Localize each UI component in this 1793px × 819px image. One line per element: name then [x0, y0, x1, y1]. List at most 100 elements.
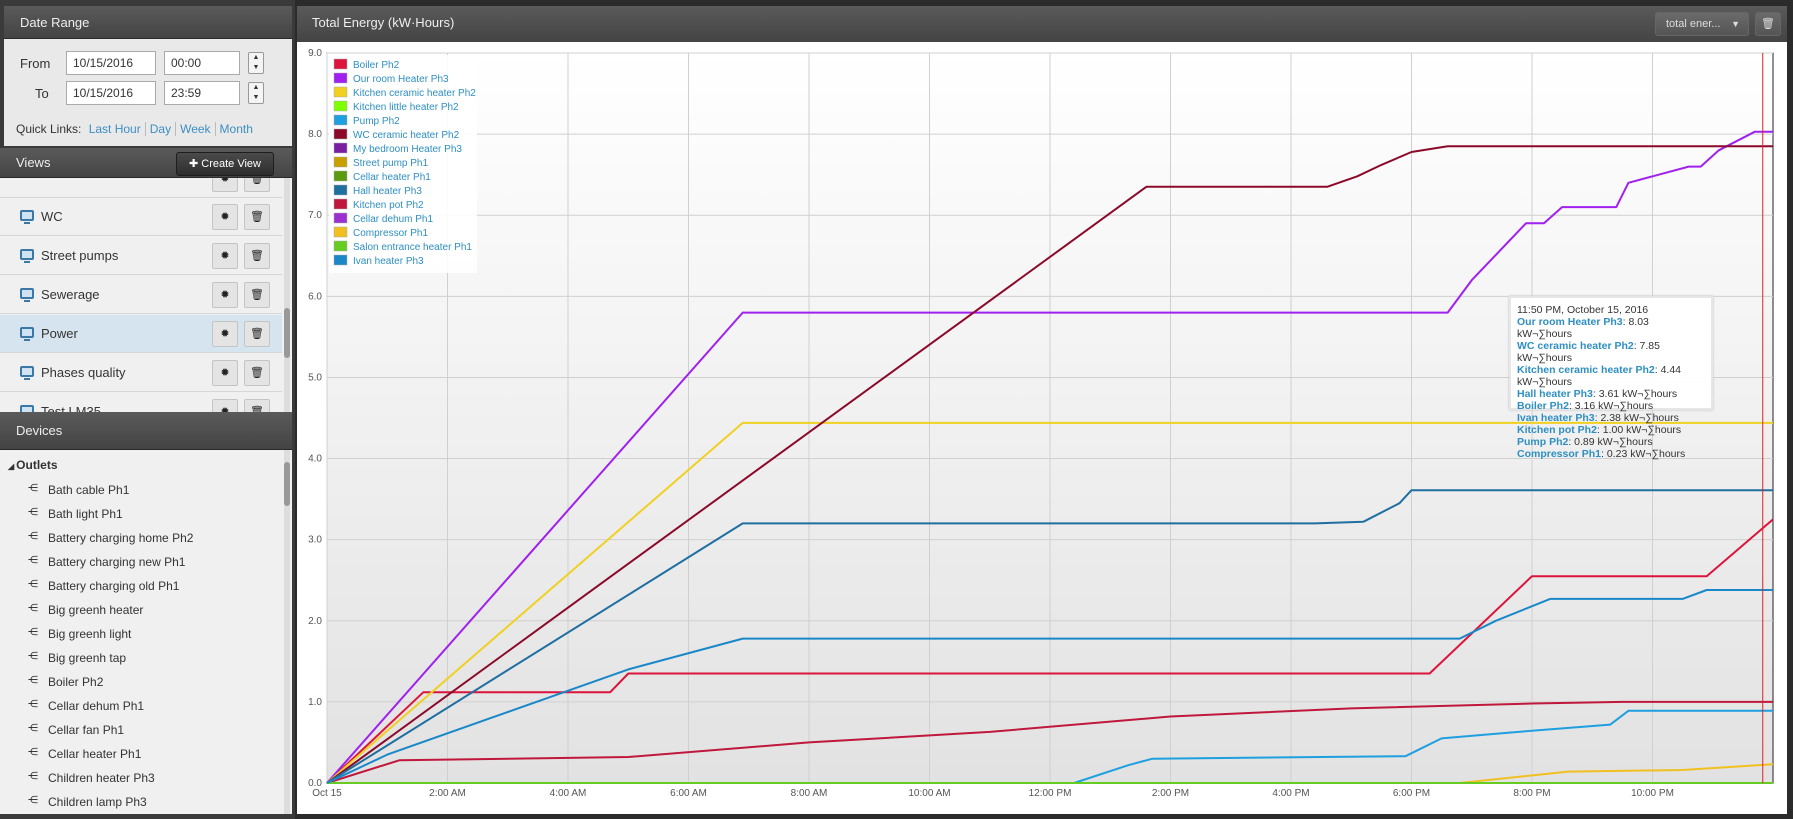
legend-label[interactable]: Cellar dehum Ph1: [353, 214, 433, 225]
trash-icon[interactable]: 🗑: [244, 282, 270, 308]
gear-icon[interactable]: ✹: [212, 399, 238, 412]
quick-link-last-hour[interactable]: Last Hour: [88, 122, 146, 136]
monitor-icon: [20, 249, 34, 263]
device-item[interactable]: ⋲ Cellar heater Ph1: [0, 742, 282, 766]
device-item[interactable]: ⋲ Big greenh heater: [0, 598, 282, 622]
gear-icon[interactable]: ✹: [212, 243, 238, 269]
legend-label[interactable]: Street pump Ph1: [353, 158, 428, 169]
legend-label[interactable]: Our room Heater Ph3: [353, 74, 449, 85]
tooltip-series-name: Compressor Ph1: [1517, 448, 1602, 460]
plug-icon: ⋲: [28, 531, 38, 542]
view-item-wc[interactable]: WC ✹ 🗑: [0, 198, 282, 236]
legend-label[interactable]: WC ceramic heater Ph2: [353, 130, 460, 141]
legend-label[interactable]: Kitchen pot Ph2: [353, 200, 424, 211]
legend-label[interactable]: Cellar heater Ph1: [353, 172, 431, 183]
plug-icon: ⋲: [28, 699, 38, 710]
legend-label[interactable]: Hall heater Ph3: [353, 186, 422, 197]
to-time-spinner[interactable]: ▲ ▼: [248, 82, 264, 104]
x-axis: Oct 15 2:00 AM 4:00 AM 6:00 AM 8:00 AM 10:00 …: [312, 788, 1674, 799]
device-group-outlets[interactable]: ◢ Outlets: [8, 458, 58, 472]
y-tick-label: 3.0: [308, 535, 322, 546]
view-item-partial[interactable]: ✹ 🗑: [0, 178, 282, 198]
device-label: Bath cable Ph1: [48, 483, 130, 497]
trash-icon[interactable]: 🗑: [244, 243, 270, 269]
plug-icon: ⋲: [28, 555, 38, 566]
devices-panel: Devices ◢ Outlets ⋲ Bath cable Ph1 ⋲ Bath l…: [0, 412, 292, 814]
create-view-label: Create View: [201, 158, 261, 170]
tooltip-series-name: Ivan heater Ph3: [1517, 412, 1595, 424]
gear-icon[interactable]: ✹: [212, 178, 238, 192]
from-time-spinner[interactable]: ▲ ▼: [248, 52, 264, 74]
quick-link-month[interactable]: Month: [220, 122, 257, 136]
quick-link-week[interactable]: Week: [180, 122, 216, 136]
device-item[interactable]: ⋲ Children lamp Ph3: [0, 790, 282, 814]
gear-icon[interactable]: ✹: [212, 321, 238, 347]
plug-icon: ⋲: [28, 747, 38, 758]
legend-label[interactable]: My bedroom Heater Ph3: [353, 144, 462, 155]
date-range-panel: Date Range From 10/15/2016 00:00 ▲ ▼ To 1…: [4, 6, 292, 146]
tooltip-row: Our room Heater Ph3: 8.03 kW¬∑hours: [1517, 316, 1705, 340]
device-item[interactable]: ⋲ Boiler Ph2: [0, 670, 282, 694]
device-item[interactable]: ⋲ Cellar fan Ph1: [0, 718, 282, 742]
devices-scrollbar-thumb[interactable]: [284, 462, 290, 506]
legend-label[interactable]: Kitchen ceramic heater Ph2: [353, 88, 476, 99]
views-title: Views ✚ Create View: [0, 148, 292, 178]
legend-swatch: [333, 184, 348, 196]
view-label: Sewerage: [41, 287, 100, 302]
views-scrollbar[interactable]: [284, 178, 290, 412]
quick-link-day[interactable]: Day: [149, 122, 177, 136]
legend-label[interactable]: Pump Ph2: [353, 116, 400, 127]
view-item-power[interactable]: Power ✹ 🗑: [0, 315, 282, 353]
legend-label[interactable]: Salon entrance heater Ph1: [353, 242, 472, 253]
device-item[interactable]: ⋲ Big greenh tap: [0, 646, 282, 670]
from-time-input[interactable]: 00:00: [164, 51, 240, 75]
device-item[interactable]: ⋲ Cellar dehum Ph1: [0, 694, 282, 718]
monitor-icon: [20, 366, 34, 380]
to-time-input[interactable]: 23:59: [164, 81, 240, 105]
trash-icon[interactable]: 🗑: [244, 178, 270, 192]
y-tick-label: 4.0: [308, 454, 322, 465]
legend-label[interactable]: Compressor Ph1: [353, 228, 428, 239]
device-item[interactable]: ⋲ Bath light Ph1: [0, 502, 282, 526]
device-item[interactable]: ⋲ Bath cable Ph1: [0, 478, 282, 502]
views-scrollbar-thumb[interactable]: [284, 308, 290, 358]
tooltip-series-name: Kitchen ceramic heater Ph2: [1517, 364, 1655, 376]
legend-label[interactable]: Kitchen little heater Ph2: [353, 102, 459, 113]
trash-icon[interactable]: 🗑: [244, 360, 270, 386]
device-item[interactable]: ⋲ Children heater Ph3: [0, 766, 282, 790]
monitor-icon: [20, 288, 34, 302]
chart-type-select[interactable]: total ener... ▼: [1655, 12, 1749, 36]
view-item-sewerage[interactable]: Sewerage ✹ 🗑: [0, 276, 282, 314]
delete-chart-button[interactable]: 🗑: [1755, 12, 1781, 36]
trash-icon[interactable]: 🗑: [244, 204, 270, 230]
y-tick-label: 6.0: [308, 291, 322, 302]
from-date-input[interactable]: 10/15/2016: [66, 51, 156, 75]
legend-label[interactable]: Boiler Ph2: [353, 60, 400, 71]
device-item[interactable]: ⋲ Big greenh light: [0, 622, 282, 646]
device-item[interactable]: ⋲ Battery charging home Ph2: [0, 526, 282, 550]
y-tick-label: 5.0: [308, 372, 322, 383]
view-item-street-pumps[interactable]: Street pumps ✹ 🗑: [0, 237, 282, 275]
gear-icon[interactable]: ✹: [212, 204, 238, 230]
device-item[interactable]: ⋲ Battery charging old Ph1: [0, 574, 282, 598]
views-title-text: Views: [16, 155, 51, 170]
plug-icon: ⋲: [28, 627, 38, 638]
x-tick-label: Oct 15: [312, 788, 342, 799]
gear-icon[interactable]: ✹: [212, 360, 238, 386]
gear-icon[interactable]: ✹: [212, 282, 238, 308]
device-label: Children heater Ph3: [48, 771, 155, 785]
devices-scrollbar[interactable]: [284, 450, 290, 814]
view-item-test-lm35[interactable]: Test LM35 ✹ 🗑: [0, 393, 282, 412]
monitor-icon: [20, 405, 34, 412]
create-view-button[interactable]: ✚ Create View: [176, 152, 274, 176]
to-date-input[interactable]: 10/15/2016: [66, 81, 156, 105]
trash-icon[interactable]: 🗑: [244, 399, 270, 412]
device-item[interactable]: ⋲ Battery charging new Ph1: [0, 550, 282, 574]
view-item-phases-quality[interactable]: Phases quality ✹ 🗑: [0, 354, 282, 392]
view-label: Phases quality: [41, 365, 126, 380]
legend-label[interactable]: Ivan heater Ph3: [353, 256, 424, 267]
views-panel: Views ✚ Create View ✹ 🗑 WC ✹ 🗑 Street pu…: [0, 148, 292, 412]
trash-icon[interactable]: 🗑: [244, 321, 270, 347]
y-axis: 0.01.02.03.04.05.06.07.08.09.0: [308, 48, 322, 789]
plug-icon: ⋲: [28, 483, 38, 494]
